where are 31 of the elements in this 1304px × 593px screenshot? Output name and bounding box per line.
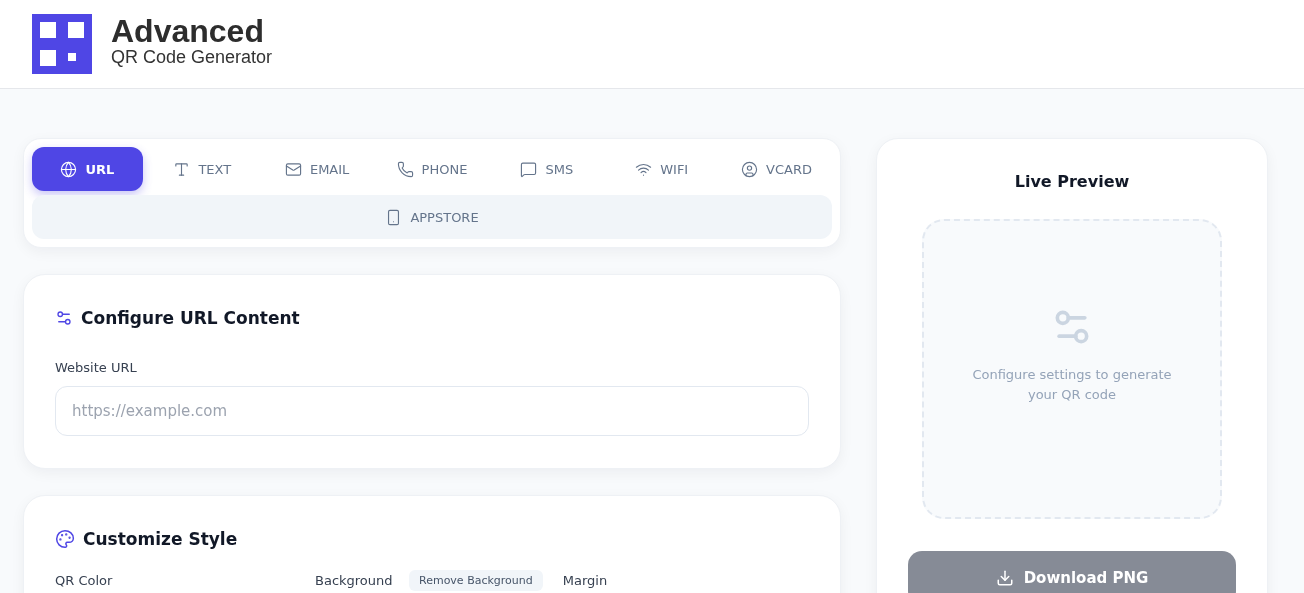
- tab[interactable]: TEXT: [146, 147, 258, 191]
- sliders-icon: [55, 309, 73, 327]
- logo-icon: [32, 14, 92, 74]
- app-subtitle: QR Code Generator: [111, 47, 273, 67]
- tab[interactable]: WIFI: [606, 147, 718, 191]
- download-icon: [995, 568, 1014, 587]
- tab[interactable]: VCARD: [721, 147, 832, 191]
- card-title: Customize Style: [83, 529, 238, 549]
- palette-icon: [55, 529, 75, 549]
- tab[interactable]: PHONE: [376, 147, 488, 191]
- field-label: Background: [315, 573, 394, 588]
- user-circle-icon: [741, 160, 759, 178]
- card-title: Configure URL Content: [81, 308, 300, 328]
- url-input-field[interactable]: https://example.com: [55, 386, 809, 436]
- field-label: QR Color: [55, 573, 114, 588]
- field-label: Website URL: [55, 360, 138, 375]
- app-title: Advanced: [111, 15, 265, 47]
- tab[interactable]: URL: [32, 147, 143, 191]
- preview-message: Configure settings to generate your QR code: [971, 366, 1173, 404]
- preview-title: Live Preview: [1014, 172, 1130, 191]
- chat-bubble-icon: [520, 160, 538, 178]
- mail-icon: [284, 160, 302, 178]
- text-icon: [173, 160, 191, 178]
- field-label: Margin: [562, 573, 609, 588]
- phone-icon: [396, 160, 414, 178]
- download-button[interactable]: Download PNG: [908, 551, 1236, 593]
- globe-icon: [60, 160, 78, 178]
- tab[interactable]: EMAIL: [261, 147, 373, 191]
- tab[interactable]: SMS: [491, 147, 603, 191]
- tab[interactable]: APPSTORE: [32, 195, 832, 239]
- remove-background-chip[interactable]: Remove Background: [409, 570, 543, 591]
